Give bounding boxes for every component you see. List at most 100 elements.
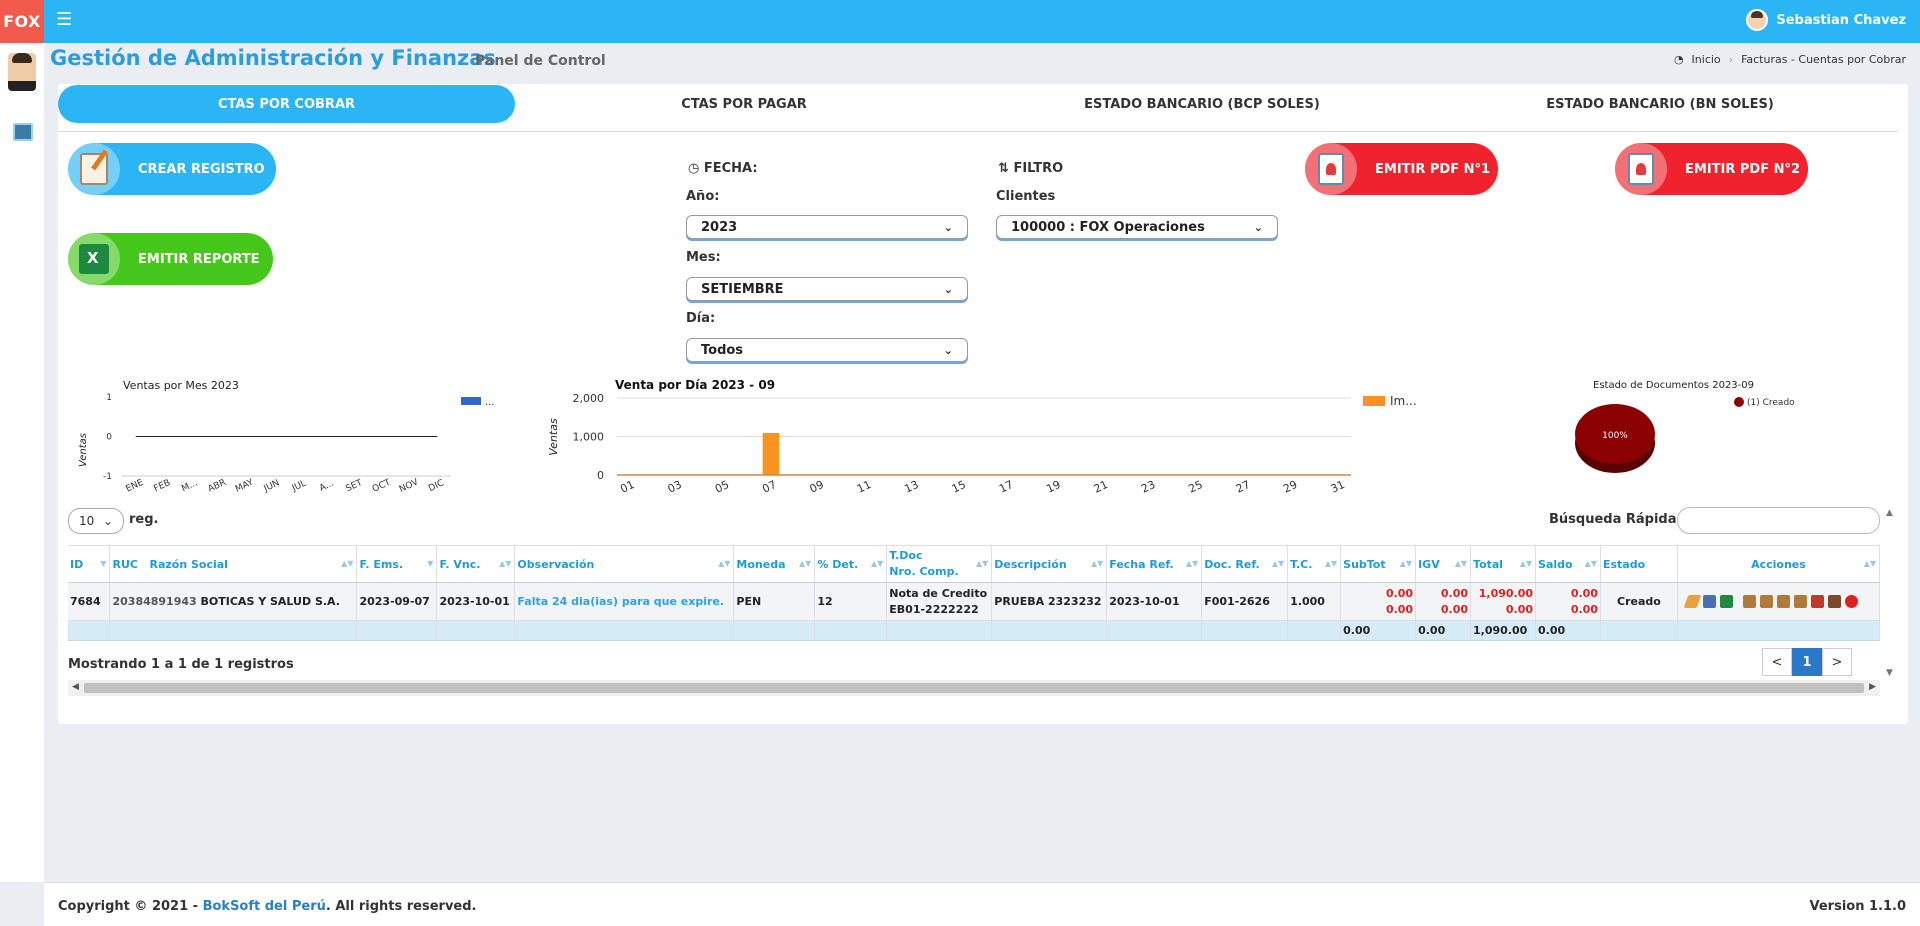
vertical-scrollbar[interactable]: ▲ ▼ — [1884, 508, 1896, 678]
tab-estado-bancario-bcp[interactable]: ESTADO BANCARIO (BCP SOLES) — [973, 85, 1431, 123]
col-igv[interactable]: IGV ▲▼ — [1415, 545, 1472, 583]
menu-toggle-icon[interactable]: ☰ — [56, 9, 72, 30]
col-moneda[interactable]: Moneda ▲▼ — [733, 545, 816, 583]
scroll-up-icon[interactable]: ▲ — [1886, 508, 1893, 518]
year-select[interactable]: 2023 ⌄ — [686, 215, 968, 239]
document-icon[interactable] — [1759, 595, 1773, 608]
page-title: Gestión de Administración y Finanzas — [50, 46, 496, 70]
x-tick-label: ENE — [125, 478, 146, 495]
x-tick-label: 17 — [997, 478, 1015, 496]
totals-cell-empty — [886, 620, 993, 641]
col-ncomp-label: Nro. Comp. — [889, 565, 959, 578]
cell-saldo-2: 0.00 — [1570, 602, 1598, 616]
pagination-page-1[interactable]: 1 — [1792, 648, 1822, 676]
emit-report-button[interactable]: EMITIR REPORTE — [68, 233, 273, 285]
clients-select[interactable]: 100000 : FOX Operaciones ⌄ — [996, 215, 1278, 239]
tab-estado-bancario-bn[interactable]: ESTADO BANCARIO (BN SOLES) — [1431, 85, 1889, 123]
document-status-chart: Estado de Documentos 2023-09 100% (1) Cr… — [1575, 380, 1795, 473]
col-det[interactable]: % Det. ▲▼ — [814, 545, 888, 583]
x-tick-label: MAY — [234, 477, 256, 494]
dashboard-icon[interactable] — [13, 123, 33, 141]
tab-ctas-por-cobrar[interactable]: CTAS POR COBRAR — [58, 85, 515, 123]
col-f-ems[interactable]: F. Ems. ▼ — [356, 545, 438, 583]
page-length-value: 10 — [79, 514, 95, 528]
col-tdoc[interactable]: T.Doc Nro. Comp. ▲▼ — [886, 545, 993, 583]
quick-search-input[interactable] — [1677, 507, 1880, 534]
totals-cell-empty — [1201, 620, 1289, 641]
totals-cell-empty — [991, 620, 1108, 641]
col-descripcion[interactable]: Descripción ▲▼ — [991, 545, 1108, 583]
col-total-label: Total — [1473, 557, 1504, 571]
copyright-prefix: Copyright © 2021 - — [58, 899, 203, 914]
scroll-left-icon[interactable]: ◀ — [72, 682, 79, 692]
sort-icon: ▲▼ — [799, 559, 812, 568]
x-tick-label: 09 — [808, 478, 826, 496]
top-bar: FOX ☰ Sebastian Chavez — [0, 0, 1920, 43]
y-axis-label: Ventas — [547, 418, 560, 456]
legend-swatch — [461, 397, 481, 405]
emit-pdf-1-button[interactable]: EMITIR PDF N°1 — [1305, 143, 1498, 195]
document-icon[interactable] — [1793, 595, 1807, 608]
invoices-table: ID ▼ RUC Razón Social ▲▼ F. Ems. ▼ F. Vnc. ▲… — [68, 545, 1881, 641]
cell-total: 1,090.00 0.00 — [1470, 582, 1537, 621]
cell-fecha-ref: 2023-10-01 — [1106, 582, 1203, 621]
scroll-down-icon[interactable]: ▼ — [1886, 668, 1893, 678]
month-select[interactable]: SETIEMBRE ⌄ — [686, 277, 968, 301]
col-f-vnc[interactable]: F. Vnc. ▲▼ — [436, 545, 516, 583]
x-tick-label: ABR — [207, 478, 228, 495]
table-row[interactable]: 7684 20384891943 BOTICAS Y SALUD S.A. 20… — [68, 582, 1881, 621]
col-razon-social[interactable]: RUC Razón Social ▲▼ — [109, 545, 358, 583]
clients-select-value: 100000 : FOX Operaciones — [1011, 219, 1205, 235]
page-length-select[interactable]: 10 ⌄ — [68, 508, 124, 534]
col-id[interactable]: ID ▼ — [68, 545, 111, 583]
col-tdoc-label: T.Doc — [889, 549, 923, 562]
create-record-button[interactable]: CREAR REGISTRO — [68, 143, 276, 195]
print-icon[interactable] — [1810, 595, 1824, 608]
col-acciones-label: Acciones — [1751, 557, 1806, 571]
col-total[interactable]: Total ▲▼ — [1470, 545, 1537, 583]
excel-icon[interactable] — [1719, 595, 1733, 608]
pagination-prev[interactable]: < — [1762, 648, 1792, 676]
edit-icon[interactable] — [1683, 595, 1702, 608]
email-icon[interactable] — [1702, 595, 1716, 608]
scroll-right-icon[interactable]: ▶ — [1869, 682, 1876, 692]
pdf-icon — [1305, 143, 1357, 195]
emit-report-label: EMITIR REPORTE — [138, 251, 260, 267]
left-sidebar — [0, 43, 44, 882]
delete-icon[interactable] — [1844, 595, 1858, 608]
day-select[interactable]: Todos ⌄ — [686, 338, 968, 362]
print-icon[interactable] — [1827, 595, 1841, 608]
x-tick-label: 21 — [1092, 478, 1110, 496]
document-icon[interactable] — [1742, 595, 1756, 608]
sort-icon: ▲▼ — [1185, 559, 1199, 568]
col-tc-label: T.C. — [1290, 557, 1313, 571]
breadcrumb-current: Facturas - Cuentas por Cobrar — [1741, 53, 1906, 66]
sort-icon: ▲▼ — [1519, 559, 1533, 568]
document-icon[interactable] — [1776, 595, 1790, 608]
col-fecha-ref[interactable]: Fecha Ref. ▲▼ — [1106, 545, 1203, 583]
user-menu[interactable]: Sebastian Chavez — [1746, 9, 1906, 31]
pagination-next[interactable]: > — [1822, 648, 1852, 676]
col-observacion[interactable]: Observación ▲▼ — [514, 545, 735, 583]
sort-icon: ▲▼ — [870, 559, 884, 568]
x-tick-label: 19 — [1044, 478, 1062, 496]
tab-ctas-por-pagar[interactable]: CTAS POR PAGAR — [515, 85, 973, 123]
col-doc-ref[interactable]: Doc. Ref. ▲▼ — [1201, 545, 1289, 583]
col-estado[interactable]: Estado — [1600, 545, 1678, 583]
copyright-suffix: . All rights reserved. — [325, 899, 477, 914]
col-subtot[interactable]: SubTot ▲▼ — [1340, 545, 1417, 583]
x-tick-label: DIC — [427, 478, 446, 494]
x-tick-label: 05 — [713, 478, 731, 496]
sidebar-avatar[interactable] — [8, 53, 36, 91]
legend-label: Im... — [1390, 394, 1417, 408]
col-saldo[interactable]: Saldo ▲▼ — [1535, 545, 1601, 583]
brand-logo[interactable]: FOX — [0, 0, 44, 43]
horizontal-scrollbar[interactable]: ◀ ▶ — [68, 680, 1880, 696]
cell-ruc: 20384891943 — [112, 595, 197, 608]
col-tc[interactable]: T.C. ▲▼ — [1287, 545, 1342, 583]
page-length-label: reg. — [129, 512, 159, 527]
company-link[interactable]: BokSoft del Perú — [203, 899, 326, 914]
emit-pdf-2-button[interactable]: EMITIR PDF N°2 — [1615, 143, 1808, 195]
scrollbar-thumb[interactable] — [84, 683, 1864, 693]
breadcrumb-home[interactable]: Inicio — [1692, 53, 1721, 66]
